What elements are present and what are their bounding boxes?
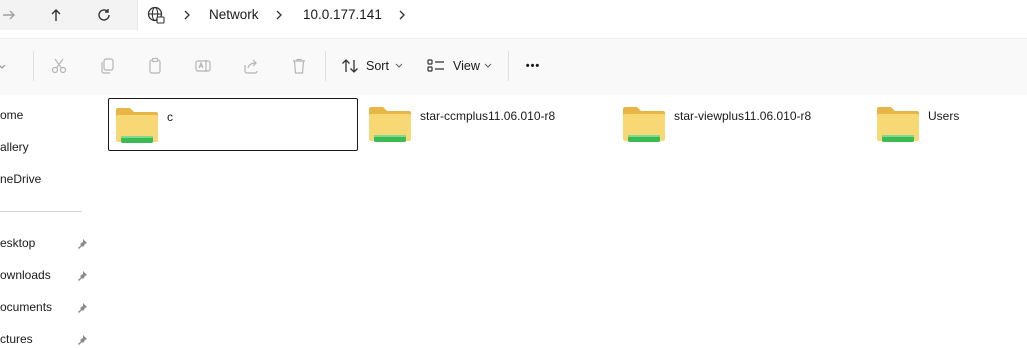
address-bar-region: Network 10.0.177.141	[0, 0, 1027, 30]
folder-name: Users	[928, 109, 960, 123]
folder-name: star-viewplus11.06.010-r8	[674, 109, 812, 123]
view-button[interactable]: View	[419, 49, 499, 83]
pin-icon	[78, 271, 87, 281]
toolbar-separator	[508, 51, 509, 81]
pin-icon	[78, 303, 87, 313]
shared-folder-icon	[623, 107, 665, 142]
shared-folder-icon	[369, 107, 411, 142]
scissors-icon	[51, 58, 67, 74]
sidebar-item-pictures[interactable]: ctures	[0, 332, 33, 346]
chevron-down-icon	[395, 63, 403, 68]
folder-item[interactable]: Users	[870, 98, 1020, 151]
copy-icon	[101, 58, 114, 74]
chevron-right-icon	[184, 10, 190, 20]
view-label: View	[453, 59, 480, 73]
more-options-button[interactable]: •••	[518, 53, 548, 79]
breadcrumb[interactable]: Network 10.0.177.141	[137, 0, 1027, 30]
folder-item[interactable]: star-ccmplus11.06.010-r8	[362, 98, 612, 151]
sort-button[interactable]: Sort	[333, 49, 405, 83]
sidebar-item-downloads[interactable]: ownloads	[0, 268, 51, 282]
sidebar-item-home[interactable]: ome	[0, 108, 23, 122]
refresh-icon	[98, 9, 110, 21]
folder-item[interactable]: c	[108, 98, 358, 151]
chevron-right-icon	[276, 10, 282, 20]
toolbar-separator	[325, 51, 326, 81]
view-list-icon	[427, 59, 444, 72]
clipboard-icon	[149, 57, 161, 74]
rename-button[interactable]	[192, 55, 214, 77]
delete-button[interactable]	[288, 55, 310, 77]
trash-icon	[293, 58, 305, 74]
breadcrumb-network[interactable]: Network	[209, 7, 259, 22]
cut-button[interactable]	[48, 55, 70, 77]
folder-item[interactable]: star-viewplus11.06.010-r8	[616, 98, 866, 151]
arrow-up-icon	[51, 9, 61, 21]
chevron-right-icon	[399, 10, 405, 20]
sidebar-item-gallery[interactable]: allery	[0, 140, 29, 154]
rename-icon	[195, 60, 211, 72]
sidebar-item-desktop[interactable]: esktop	[0, 236, 35, 250]
toolbar-separator	[33, 51, 34, 81]
network-globe-icon	[147, 6, 165, 24]
pin-icon	[78, 239, 87, 249]
copy-button[interactable]	[96, 55, 118, 77]
sort-arrows-icon	[342, 59, 358, 73]
forward-button[interactable]	[0, 3, 22, 27]
sort-label: Sort	[366, 59, 389, 73]
up-button[interactable]	[43, 3, 69, 27]
arrow-right-icon	[3, 10, 15, 20]
sidebar-divider	[0, 211, 82, 212]
paste-button[interactable]	[144, 55, 166, 77]
command-bar: Sort View •••	[0, 38, 1027, 95]
share-icon	[244, 59, 258, 74]
chevron-down-icon	[484, 63, 492, 68]
breadcrumb-host[interactable]: 10.0.177.141	[303, 7, 382, 22]
pin-icon	[78, 335, 87, 345]
sidebar-item-documents[interactable]: ocuments	[0, 300, 52, 314]
sidebar-item-onedrive[interactable]: neDrive	[0, 172, 41, 186]
share-button[interactable]	[240, 55, 262, 77]
shared-folder-icon	[116, 108, 158, 143]
folder-name: star-ccmplus11.06.010-r8	[420, 109, 556, 123]
new-dropdown-caret-icon[interactable]	[0, 63, 8, 71]
folder-name: c	[167, 110, 173, 124]
navigation-pane: ome allery neDrive esktop ownloads ocume…	[0, 95, 92, 348]
shared-folder-icon	[877, 107, 919, 142]
refresh-button[interactable]	[91, 3, 117, 27]
